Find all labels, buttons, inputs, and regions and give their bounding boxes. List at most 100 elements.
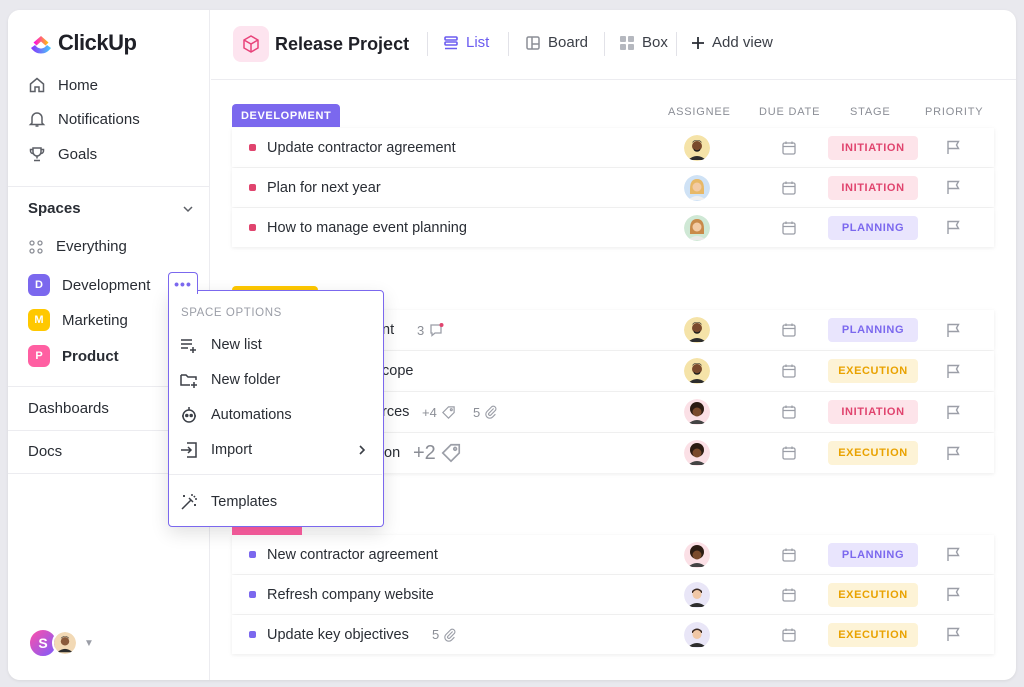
attachment-count[interactable]: 5	[432, 627, 457, 642]
flag-icon[interactable]	[945, 363, 962, 380]
sidebar-item-label: Marketing	[62, 311, 128, 329]
comment-count[interactable]: 3	[417, 322, 444, 338]
stage-badge[interactable]: EXECUTION	[828, 359, 918, 383]
flag-icon[interactable]	[945, 219, 962, 236]
task-name[interactable]: How to manage event planning	[267, 220, 467, 236]
task-name[interactable]: cope	[382, 363, 413, 379]
avatar[interactable]	[684, 621, 710, 648]
task-name[interactable]: Update key objectives	[267, 627, 409, 643]
stage-badge[interactable]: PLANNING	[828, 215, 918, 240]
tab-box[interactable]: Box	[619, 34, 668, 51]
header: Release Project List Board Box Add view	[211, 10, 1016, 80]
chevron-down-icon[interactable]	[182, 203, 194, 215]
calendar-icon[interactable]	[781, 445, 797, 461]
stage-badge[interactable]: PLANNING	[828, 542, 918, 567]
menu-item-new-folder[interactable]: New folder	[179, 370, 373, 390]
flag-icon[interactable]	[945, 404, 962, 421]
sidebar-space-development[interactable]: D Development	[28, 274, 150, 296]
status-dot	[249, 551, 256, 558]
table-row[interactable]: Update key objectives 5 EXECUTION	[232, 615, 994, 654]
comment-icon	[430, 323, 444, 337]
flag-icon[interactable]	[945, 626, 962, 643]
attachment-count[interactable]: 5	[473, 405, 498, 420]
calendar-icon[interactable]	[781, 627, 797, 643]
view-divider	[604, 32, 605, 56]
column-header-priority[interactable]: PRIORITY	[925, 106, 983, 118]
avatar[interactable]	[684, 134, 710, 161]
table-row[interactable]: Update contractor agreement INITIATION	[232, 128, 994, 167]
avatar[interactable]	[684, 358, 710, 384]
column-header-assignee[interactable]: ASSIGNEE	[668, 106, 731, 118]
task-name[interactable]: Update contractor agreement	[267, 140, 456, 156]
flag-icon[interactable]	[945, 546, 962, 563]
calendar-icon[interactable]	[781, 180, 797, 196]
task-name[interactable]: rces	[382, 404, 409, 420]
avatar[interactable]	[684, 399, 710, 425]
calendar-icon[interactable]	[781, 140, 797, 156]
tag-count[interactable]: +2	[413, 442, 462, 465]
stage-badge[interactable]: INITIATION	[828, 135, 918, 160]
tab-label: List	[466, 34, 490, 51]
avatar[interactable]	[684, 317, 710, 343]
menu-item-new-list[interactable]: New list	[179, 335, 373, 355]
tab-label: Box	[642, 34, 668, 51]
avatar[interactable]	[684, 581, 710, 608]
stage-badge[interactable]: PLANNING	[828, 318, 918, 342]
spaces-title[interactable]: Spaces	[28, 200, 81, 217]
tab-label: Add view	[712, 34, 773, 51]
sidebar-item-label: Product	[62, 347, 119, 365]
sidebar-space-product[interactable]: P Product	[28, 345, 119, 367]
flag-icon[interactable]	[945, 139, 962, 156]
flag-icon[interactable]	[945, 322, 962, 339]
stage-badge[interactable]: EXECUTION	[828, 441, 918, 465]
menu-item-templates[interactable]: Templates	[179, 492, 373, 512]
group-tag-development[interactable]: DEVELOPMENT	[232, 104, 341, 127]
clickup-logo[interactable]: ClickUp	[28, 30, 137, 56]
task-name[interactable]: on	[384, 445, 400, 461]
menu-item-import[interactable]: Import	[179, 440, 373, 460]
bell-icon	[28, 112, 46, 127]
table-row[interactable]: Plan for next year INITIATION	[232, 168, 994, 207]
table-row[interactable]: How to manage event planning PLANNING	[232, 208, 994, 247]
sidebar-item-home[interactable]: Home	[28, 76, 98, 94]
space-more-button[interactable]: •••	[168, 272, 198, 294]
task-name[interactable]: Plan for next year	[267, 180, 381, 196]
avatar[interactable]	[684, 541, 710, 568]
menu-item-automations[interactable]: Automations	[179, 405, 373, 425]
calendar-icon[interactable]	[781, 547, 797, 563]
sidebar-space-marketing[interactable]: M Marketing	[28, 309, 128, 331]
flag-icon[interactable]	[945, 179, 962, 196]
sidebar-item-everything[interactable]: Everything	[28, 238, 127, 255]
tab-label: Board	[548, 34, 589, 51]
tag-count[interactable]: +4	[422, 405, 456, 420]
avatar[interactable]	[684, 214, 710, 241]
sidebar-item-docs[interactable]: Docs	[28, 443, 62, 460]
column-header-due-date[interactable]: DUE DATE	[759, 106, 820, 118]
task-name[interactable]: New contractor agreement	[267, 547, 438, 563]
user-menu[interactable]: S ▼	[28, 628, 94, 658]
calendar-icon[interactable]	[781, 363, 797, 379]
avatar[interactable]	[684, 440, 710, 466]
calendar-icon[interactable]	[781, 322, 797, 338]
sidebar-item-goals[interactable]: Goals	[28, 145, 97, 163]
tag-icon	[441, 443, 460, 463]
task-name[interactable]: Refresh company website	[267, 587, 434, 603]
calendar-icon[interactable]	[781, 220, 797, 236]
table-row[interactable]: Refresh company website EXECUTION	[232, 575, 994, 614]
stage-badge[interactable]: INITIATION	[828, 175, 918, 200]
column-header-stage[interactable]: STAGE	[850, 106, 890, 118]
add-view-button[interactable]: Add view	[691, 34, 773, 51]
flag-icon[interactable]	[945, 445, 962, 462]
tab-list[interactable]: List	[443, 34, 489, 51]
sidebar-item-notifications[interactable]: Notifications	[28, 110, 140, 128]
calendar-icon[interactable]	[781, 587, 797, 603]
stage-badge[interactable]: EXECUTION	[828, 582, 918, 607]
tab-board[interactable]: Board	[525, 34, 588, 51]
stage-badge[interactable]: INITIATION	[828, 400, 918, 424]
stage-badge[interactable]: EXECUTION	[828, 622, 918, 647]
sidebar-item-dashboards[interactable]: Dashboards	[28, 400, 109, 417]
table-row[interactable]: New contractor agreement PLANNING	[232, 535, 994, 574]
flag-icon[interactable]	[945, 586, 962, 603]
avatar[interactable]	[684, 174, 710, 201]
calendar-icon[interactable]	[781, 404, 797, 420]
